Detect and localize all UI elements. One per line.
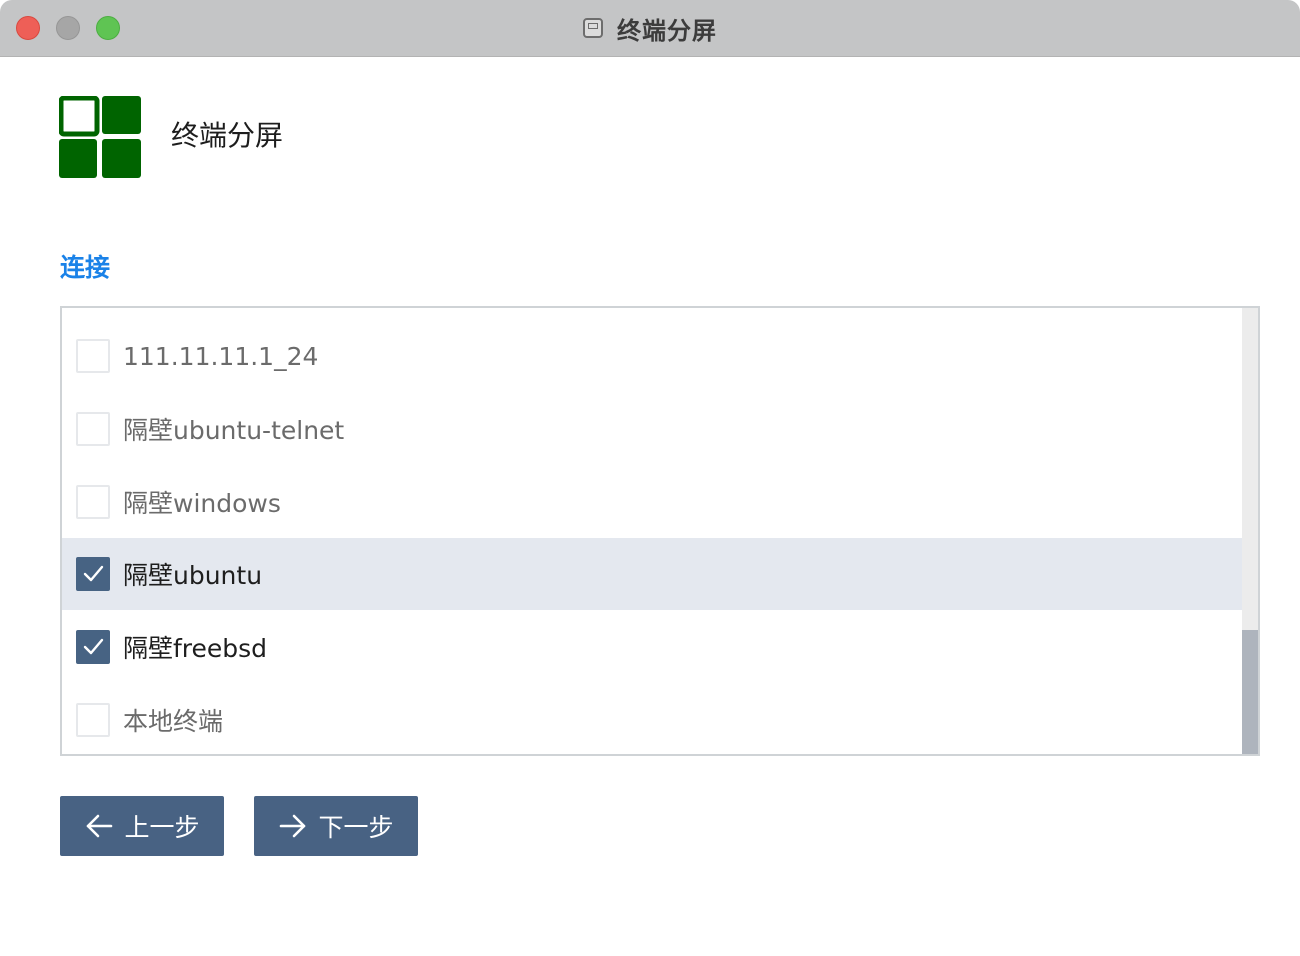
list-item-connection-selected[interactable]: 隔壁ubuntu (62, 538, 1242, 610)
connection-label: 隔壁ubuntu-telnet (123, 416, 345, 445)
next-step-button[interactable]: 下一步 (254, 796, 418, 856)
page-title: 终端分屏 (171, 119, 284, 152)
connections-section-label: 连接 (60, 253, 111, 282)
list-item-connection[interactable]: 隔壁ubuntu-telnet (62, 393, 1242, 465)
connection-label: 隔壁freebsd (123, 634, 268, 663)
connection-label: 隔壁windows (123, 489, 281, 518)
previous-step-button[interactable]: 上一步 (60, 796, 224, 856)
connection-label: 本地终端 (123, 707, 224, 736)
list-item-connection[interactable]: 隔壁windows (62, 466, 1242, 538)
next-step-label: 下一步 (318, 813, 394, 842)
scrollbar-thumb[interactable] (1242, 630, 1258, 754)
list-scrollbar[interactable] (1242, 308, 1258, 754)
ssh-terminal-icon (583, 18, 603, 38)
checkbox[interactable] (76, 412, 110, 446)
app-window: 终端分屏 终端分屏 连接 111.11.11.1_24 隔壁ubuntu-tel… (0, 0, 1300, 956)
connection-label: 隔壁ubuntu (123, 561, 263, 590)
window-title: 终端分屏 (617, 16, 717, 45)
checkmark-icon (83, 638, 104, 655)
arrow-right-icon (280, 814, 306, 838)
list-item-connection[interactable]: 本地终端 (62, 684, 1242, 754)
checkbox-checked[interactable] (76, 630, 110, 664)
list-item-connection[interactable]: 111.11.11.1_24 (62, 320, 1242, 392)
checkbox-checked[interactable] (76, 557, 110, 591)
previous-step-label: 上一步 (124, 813, 200, 842)
connection-label: 111.11.11.1_24 (123, 341, 319, 371)
connection-list-items: 111.11.11.1_24 隔壁ubuntu-telnet 隔壁windows… (62, 308, 1242, 754)
connection-list[interactable]: 111.11.11.1_24 隔壁ubuntu-telnet 隔壁windows… (60, 306, 1260, 756)
checkbox[interactable] (76, 485, 110, 519)
arrow-left-icon (87, 814, 113, 838)
window-title-group: 终端分屏 (0, 0, 1300, 56)
list-item-connection[interactable]: 隔壁freebsd (62, 611, 1242, 683)
checkmark-icon (83, 565, 104, 582)
grid-split-icon (59, 96, 141, 178)
checkbox[interactable] (76, 703, 110, 737)
checkbox[interactable] (76, 339, 110, 373)
title-bar: 终端分屏 (0, 0, 1300, 57)
